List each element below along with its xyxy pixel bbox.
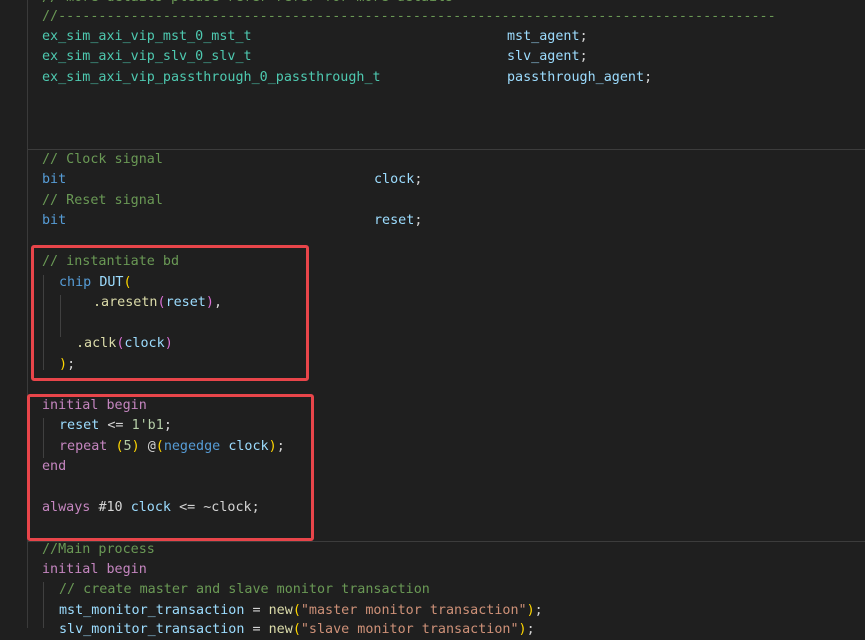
identifier-token: clock (374, 172, 415, 187)
code-line-passthrough-agent-name: passthrough_agent; (507, 68, 652, 88)
code-line-mst-monitor: mst_monitor_transaction = new("master mo… (59, 601, 543, 621)
bracket: ) (526, 603, 535, 618)
code-line-reset-name: reset; (374, 211, 422, 231)
code-line-slv-monitor: slv_monitor_transaction = new("slave mon… (59, 620, 535, 640)
semicolon: ; (414, 172, 423, 187)
semicolon: ; (526, 622, 535, 637)
identifier-token: reset (374, 213, 415, 228)
code-line-main-comment2: // create master and slave monitor trans… (59, 582, 430, 597)
code-line-reset-type: bit (42, 213, 67, 228)
operator-token: = (252, 622, 261, 637)
code-line-clock-name: clock; (374, 170, 422, 190)
keyword-token: begin (106, 562, 147, 577)
code-editor[interactable]: // more details please refer refer for m… (0, 0, 865, 637)
type-token: ex_sim_axi_vip_mst_0_mst_t (42, 29, 252, 44)
code-line-passthrough-agent: ex_sim_axi_vip_passthrough_0_passthrough… (42, 68, 381, 88)
code-line-main-initial: initial begin (42, 560, 147, 580)
type-token: ex_sim_axi_vip_passthrough_0_passthrough… (42, 70, 381, 85)
semicolon: ; (644, 70, 653, 85)
code-line-mst-agent: ex_sim_axi_vip_mst_0_mst_t (42, 27, 252, 47)
identifier-token: slv_agent (507, 49, 580, 64)
code-line-mst-agent-name: mst_agent; (507, 27, 588, 47)
bracket: ( (292, 603, 301, 618)
highlight-box-instantiation (31, 245, 309, 381)
identifier-token: mst_monitor_transaction (59, 603, 245, 618)
code-line-slv-agent-name: slv_agent; (507, 47, 588, 67)
type-token: ex_sim_axi_vip_slv_0_slv_t (42, 49, 252, 64)
semicolon: ; (534, 603, 543, 618)
code-line-reset-comment: // Reset signal (42, 193, 163, 208)
code-line-main-comment: //Main process (42, 542, 155, 557)
function-token: new (268, 603, 293, 618)
indent-guide (43, 582, 44, 628)
keyword-token: initial (42, 562, 99, 577)
highlight-box-initial (27, 394, 314, 541)
identifier-token: mst_agent (507, 29, 580, 44)
identifier-token: slv_monitor_transaction (59, 622, 245, 637)
operator-token: = (252, 603, 261, 618)
string-token: "slave monitor transaction" (300, 622, 519, 637)
string-token: "master monitor transaction" (300, 603, 527, 618)
code-line-clock-comment: // Clock signal (42, 152, 163, 167)
function-token: new (268, 622, 293, 637)
semicolon: ; (414, 213, 423, 228)
identifier-token: passthrough_agent (507, 70, 645, 85)
code-line-dashes: //--------------------------------------… (42, 9, 776, 24)
code-line-clock-type: bit (42, 172, 67, 187)
bracket: ) (518, 622, 527, 637)
semicolon: ; (579, 49, 588, 64)
semicolon: ; (579, 29, 588, 44)
bracket: ( (292, 622, 301, 637)
code-line-slv-agent: ex_sim_axi_vip_slv_0_slv_t (42, 47, 252, 67)
